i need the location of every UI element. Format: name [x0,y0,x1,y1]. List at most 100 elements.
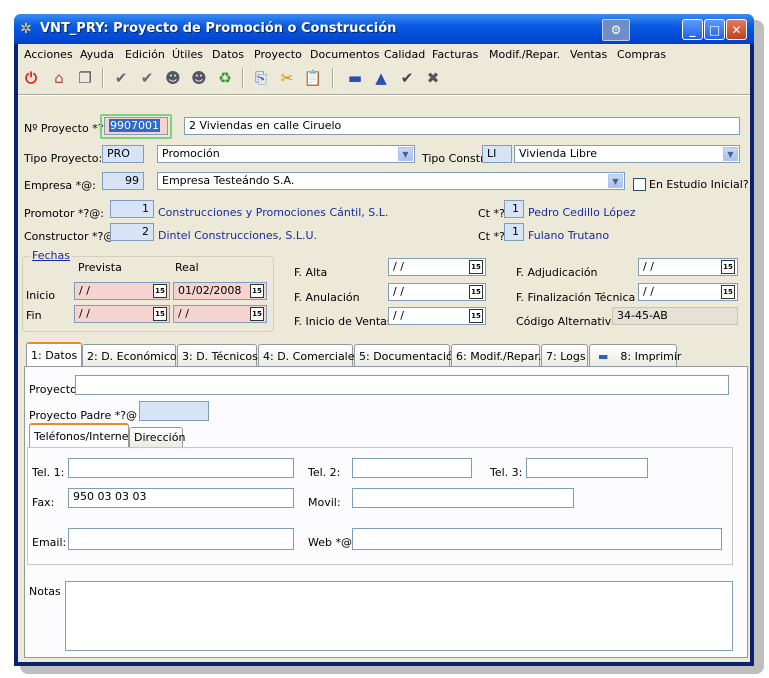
menu-acciones[interactable]: Acciones [24,48,73,61]
descripcion-field[interactable]: 2 Viviendas en calle Ciruelo [184,117,740,135]
tab-datos[interactable]: 1: Datos [26,342,82,366]
notas-field[interactable] [65,581,733,651]
inicio-ventas-field[interactable]: / / 15 [388,307,486,325]
anulacion-field[interactable]: / / 15 [388,283,486,301]
check-icon[interactable]: ✔ [396,67,418,89]
tab-documentacion[interactable]: 5: Documentación [354,344,460,366]
menu-compras[interactable]: Compras [617,48,666,61]
fin-prevista-field[interactable]: / / 15 [74,305,170,323]
fin-real-field[interactable]: / / 15 [173,305,267,323]
tab-logs[interactable]: 7: Logs [541,344,588,366]
windows-icon[interactable]: ❐ [74,67,96,89]
people-icon[interactable]: ☻ [162,67,184,89]
tipo-constr-code-field[interactable]: LI [482,145,512,163]
menu-modif-repar[interactable]: Modif./Repar. [489,48,560,61]
triangle-up-icon[interactable]: ▲ [370,67,392,89]
menu-utiles[interactable]: Útiles [172,48,203,61]
tipo-proyecto-code-field[interactable]: PRO [102,145,144,163]
cross-icon[interactable]: ✖ [422,67,444,89]
codigo-alt-field[interactable]: 34-45-AB [612,307,738,325]
calendar-icon[interactable]: 15 [469,285,483,299]
constructor-name-link[interactable]: Dintel Construcciones, S.L.U. [158,229,317,242]
calendar-icon[interactable]: 15 [721,285,735,299]
tab-d-economicos[interactable]: 2: D. Económicos [82,344,182,366]
empresa-code-field[interactable]: 99 [102,172,144,190]
calendar-icon[interactable]: 15 [250,284,264,298]
movil-field[interactable] [352,488,574,508]
toolbar-separator [102,68,104,88]
menu-documentos[interactable]: Documentos [310,48,379,61]
adjudicacion-label: F. Adjudicación [516,266,598,279]
minimize-button[interactable]: _ [682,19,703,40]
chevron-down-icon[interactable]: ▼ [398,147,413,161]
calendar-icon[interactable]: 15 [153,284,167,298]
tab-modif-repar[interactable]: 6: Modif./Repar. [451,344,541,366]
email-field[interactable] [68,528,294,550]
estudio-inicial-checkbox[interactable] [633,178,646,191]
fax-field[interactable]: 950 03 03 03 [68,488,294,508]
tel1-label: Tel. 1: [32,466,65,479]
tel3-field[interactable] [526,458,648,478]
tel2-field[interactable] [352,458,472,478]
alta-field[interactable]: / / 15 [388,258,486,276]
people-2-icon[interactable]: ☻ [188,67,210,89]
menu-datos[interactable]: Datos [212,48,244,61]
help-tray-icon[interactable]: ⚙ [602,19,630,41]
menu-ventas[interactable]: Ventas [570,48,607,61]
constructor-code-field[interactable]: 2 [110,223,154,241]
constructor-ct-name-link[interactable]: Fulano Trutano [528,229,609,242]
subtab-telefonos-internet[interactable]: Teléfonos/Internet [29,423,133,447]
promotor-code-field[interactable]: 1 [110,200,154,218]
tel1-field[interactable] [68,458,294,478]
menu-proyecto[interactable]: Proyecto [254,48,302,61]
title-bar[interactable]: ✲ VNT_PRY: Proyecto de Promoción o Const… [14,14,754,44]
adjudicacion-field[interactable]: / / 15 [638,258,738,276]
maximize-button[interactable]: □ [704,19,725,40]
estudio-inicial-label: En Estudio Inicial? [649,178,749,191]
power-icon[interactable]: ⏻ [20,67,42,89]
copy-icon[interactable]: ⎘ [250,67,272,89]
web-field[interactable] [352,528,722,550]
tab-d-tecnicos[interactable]: 3: D. Técnicos [177,344,258,366]
calendar-icon[interactable]: 15 [721,260,735,274]
menu-ayuda[interactable]: Ayuda [80,48,114,61]
num-proyecto-value: 9907001 [109,119,160,132]
promotor-name-link[interactable]: Construcciones y Promociones Cántil, S.L… [158,206,388,219]
chevron-down-icon[interactable]: ▼ [723,147,738,161]
promotor-ct-name-link[interactable]: Pedro Cedillo López [528,206,636,219]
refresh-globe-icon[interactable]: ♻ [214,67,236,89]
scissors-icon[interactable]: ✂ [276,67,298,89]
empresa-select[interactable]: Empresa Testeándo S.A. ▼ [157,172,625,190]
promotor-ct-code-field[interactable]: 1 [504,200,524,218]
maximize-icon: □ [708,22,721,37]
calendar-icon[interactable]: 15 [469,309,483,323]
chevron-down-icon[interactable]: ▼ [608,174,623,188]
calendar-icon[interactable]: 15 [250,307,264,321]
checkmark-stamp-icon[interactable]: ✔ [110,67,132,89]
menu-edicion[interactable]: Edición [125,48,165,61]
home-icon[interactable]: ⌂ [48,67,70,89]
proyecto-padre-field[interactable] [139,401,209,421]
close-button[interactable]: ✕ [726,19,747,40]
inicio-prevista-field[interactable]: / / 15 [74,282,170,300]
proyecto-field[interactable] [75,375,729,395]
tipo-proyecto-select[interactable]: Promoción ▼ [157,145,415,163]
subtab-direccion[interactable]: Dirección [129,427,185,447]
inicio-real-field[interactable]: 01/02/2008 15 [173,282,267,300]
fin-tecnica-field[interactable]: / / 15 [638,283,738,301]
calendar-icon[interactable]: 15 [153,307,167,321]
calendar-icon[interactable]: 15 [469,260,483,274]
tipo-constr-select[interactable]: Vivienda Libre ▼ [514,145,740,163]
tab-d-comerciales[interactable]: 4: D. Comerciales [258,344,360,366]
menu-calidad[interactable]: Calidad [384,48,425,61]
fax-label: Fax: [32,496,55,509]
paste-icon[interactable]: 📋 [302,67,324,89]
fin-tecnica-label: F. Finalización Técnica [516,291,636,304]
checkmark-stamp-2-icon[interactable]: ✔ [136,67,158,89]
constructor-ct-code-field[interactable]: 1 [504,223,524,241]
tab-imprimir-label: 8: Imprimir [620,350,682,363]
minus-icon[interactable]: ▬ [344,67,366,89]
menu-facturas[interactable]: Facturas [432,48,478,61]
num-proyecto-field[interactable]: 9907001 [104,117,168,135]
tab-imprimir[interactable]: ▬ 8: Imprimir [589,344,681,366]
